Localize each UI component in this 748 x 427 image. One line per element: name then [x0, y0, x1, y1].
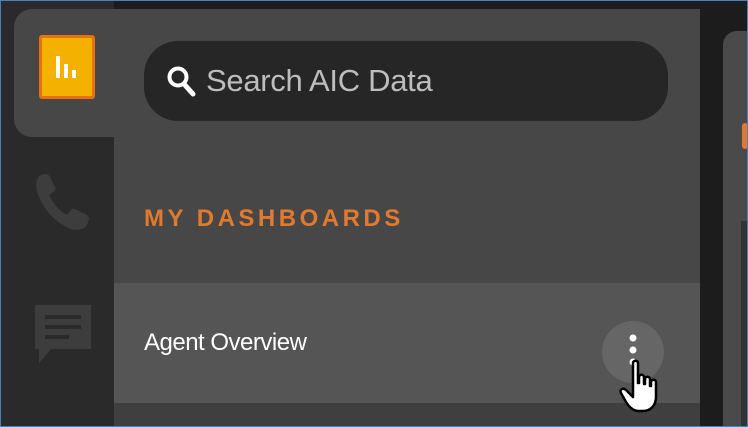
- bar-chart-glyph: [56, 56, 76, 78]
- content-accent: [742, 123, 747, 149]
- chat-icon[interactable]: [31, 301, 95, 371]
- section-title-my-dashboards: MY DASHBOARDS: [144, 205, 404, 232]
- hand-cursor-icon: [619, 359, 658, 413]
- phone-icon[interactable]: [31, 167, 95, 237]
- dashboard-item-next[interactable]: [114, 403, 700, 426]
- search-bar[interactable]: Search AIC Data: [144, 41, 668, 121]
- dashboard-item-label: Agent Overview: [144, 329, 307, 356]
- dashboards-panel: Search AIC Data MY DASHBOARDS Agent Over…: [114, 9, 700, 426]
- content-card: [741, 221, 747, 426]
- search-icon: [167, 66, 196, 97]
- bar-chart-icon[interactable]: [39, 35, 95, 99]
- dashboard-item-agent-overview[interactable]: Agent Overview: [114, 283, 700, 403]
- app-window: Search AIC Data MY DASHBOARDS Agent Over…: [0, 0, 748, 427]
- search-input[interactable]: Search AIC Data: [206, 63, 433, 99]
